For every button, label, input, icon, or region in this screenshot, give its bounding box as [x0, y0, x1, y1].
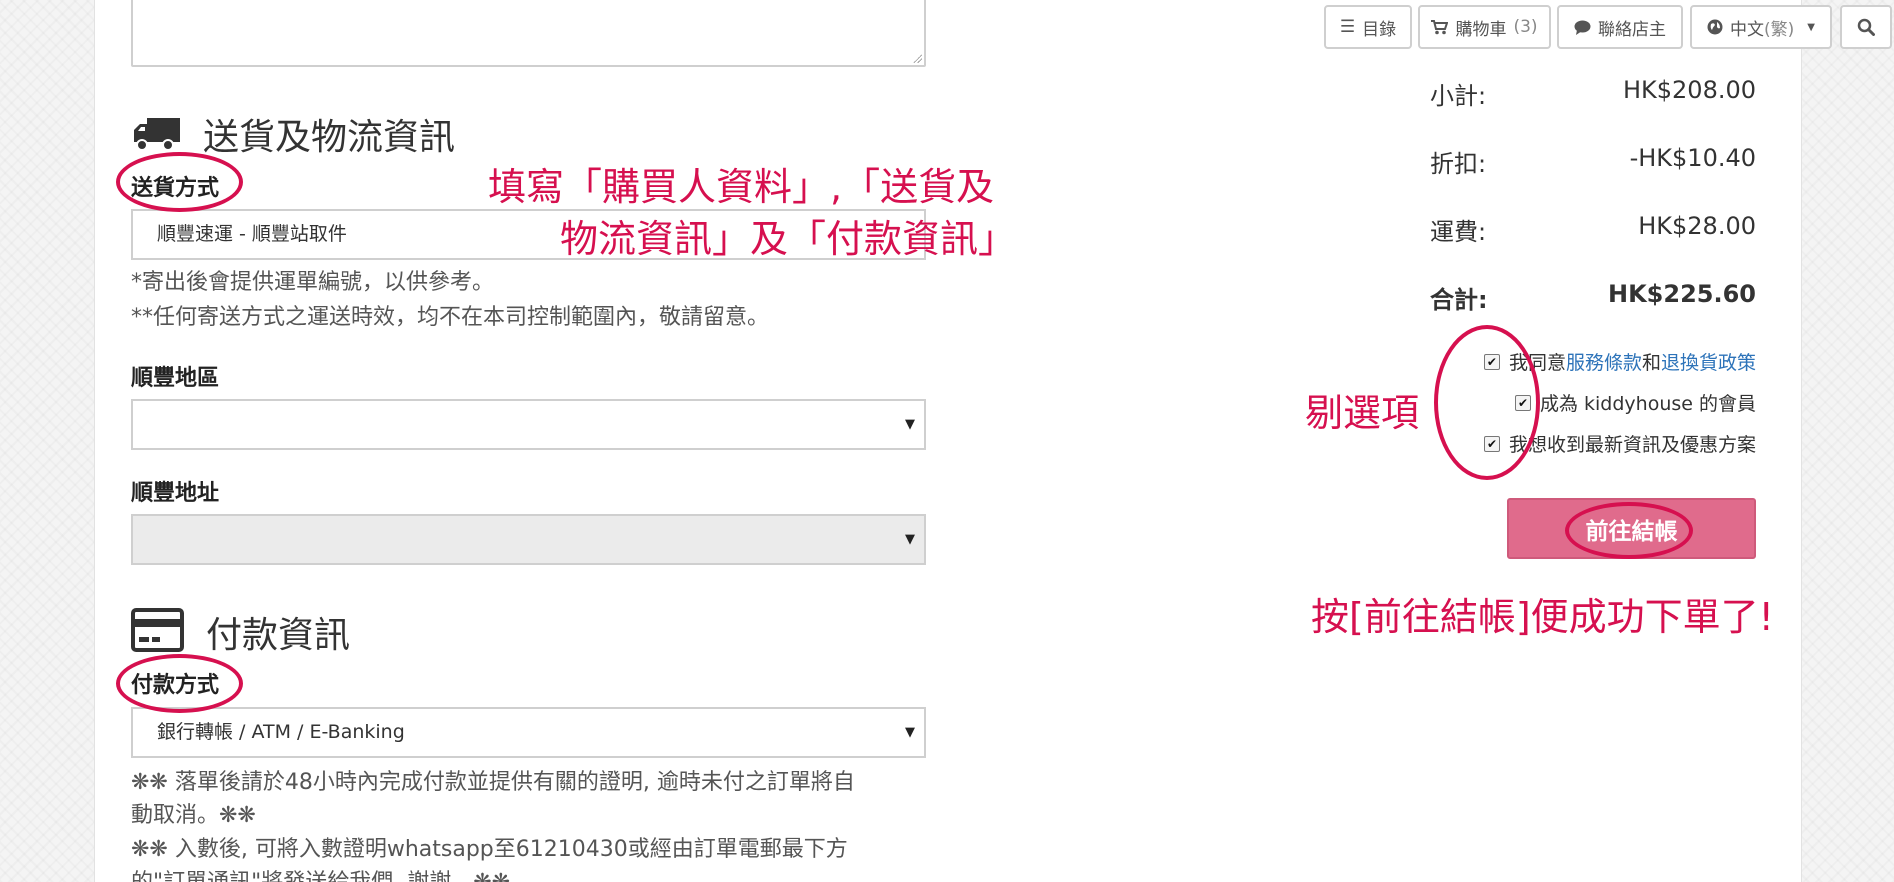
payment-note-line-2: 動取消。❋❋	[131, 803, 256, 828]
cart-icon	[1431, 19, 1449, 34]
annotation-ring-checkout	[1565, 502, 1693, 559]
remarks-textarea[interactable]	[131, 0, 926, 67]
subtotal-label: 小計:	[1430, 82, 1487, 110]
caret-down-icon: ▼	[905, 725, 915, 740]
shipping-section-title: 送貨及物流資訊	[203, 117, 456, 158]
member-label: 成為 kiddyhouse 的會員	[1539, 393, 1756, 415]
menu-button[interactable]: ☰ 目錄	[1324, 5, 1412, 49]
chat-bubble-icon	[1574, 20, 1591, 35]
total-label: 合計:	[1430, 286, 1488, 314]
newsletter-label: 我想收到最新資訊及優惠方案	[1508, 434, 1756, 456]
annotation-ring-checkboxes	[1434, 325, 1540, 480]
shipping-note-2: **任何寄送方式之運送時效，均不在本司控制範圍內，敬請留意。	[131, 305, 770, 330]
language-select[interactable]: 中文 (繁) ▼	[1690, 5, 1832, 49]
globe-icon	[1707, 19, 1723, 35]
sf-region-select[interactable]: ▼	[131, 399, 926, 450]
annotation-ring-payment-method	[116, 654, 243, 713]
payment-note-line-3: ❋❋ 入數後, 可將入數證明whatsapp至61210430或經由訂單電郵最下…	[131, 837, 848, 862]
sf-region-label: 順豐地區	[131, 366, 220, 391]
payment-note-line-1: ❋❋ 落單後請於48小時內完成付款並提供有關的證明, 逾時未付之訂單將自	[131, 770, 855, 795]
annotation-checkout-tip: 按[前往結帳]便成功下單了!	[1311, 595, 1774, 639]
cart-button[interactable]: 購物車 (3)	[1418, 5, 1551, 49]
caret-down-icon: ▼	[905, 417, 915, 432]
discount-value: -HK$10.40	[1629, 144, 1756, 172]
sf-address-select[interactable]: ▼	[131, 514, 926, 565]
terms-and: 和	[1641, 352, 1661, 374]
total-value: HK$225.60	[1608, 280, 1756, 308]
caret-down-icon: ▼	[1807, 21, 1815, 33]
payment-section-title: 付款資訊	[206, 615, 351, 656]
contact-shop-button[interactable]: 聯絡店主	[1557, 5, 1683, 49]
member-row: ✔ 成為 kiddyhouse 的會員	[1514, 389, 1756, 416]
shipping-note-1: *寄出後會提供運單編號，以供參考。	[131, 270, 495, 295]
search-icon	[1857, 18, 1875, 36]
return-policy-link[interactable]: 退換貨政策	[1661, 348, 1756, 375]
annotation-fill-line-2: 物流資訊」及「付款資訊」	[560, 217, 1017, 261]
shipping-fee-value: HK$28.00	[1638, 212, 1756, 240]
cart-count: (3)	[1513, 17, 1538, 37]
truck-icon	[134, 118, 180, 151]
caret-down-icon: ▼	[905, 532, 915, 547]
payment-method-select[interactable]: 銀行轉帳 / ATM / E-Banking ▼	[131, 707, 926, 758]
language-variant: (繁)	[1764, 19, 1795, 40]
payment-method-value: 銀行轉帳 / ATM / E-Banking	[157, 721, 405, 743]
language-label: 中文	[1730, 19, 1765, 40]
discount-label: 折扣:	[1430, 150, 1487, 178]
credit-card-icon	[131, 608, 184, 652]
annotation-fill-line-1: 填寫「購買人資料」,「送貨及	[488, 165, 995, 209]
sf-address-label: 順豐地址	[131, 481, 220, 506]
payment-note-line-4: 的"訂單通訊"將發送給我們, 謝謝。❋❋	[131, 866, 510, 882]
cart-button-label: 購物車	[1455, 19, 1507, 40]
menu-button-label: 目錄	[1362, 19, 1397, 40]
subtotal-value: HK$208.00	[1622, 76, 1756, 104]
terms-of-service-link[interactable]: 服務條款	[1566, 348, 1642, 375]
list-icon: ☰	[1339, 17, 1356, 37]
search-button[interactable]	[1840, 5, 1892, 49]
annotation-tick-options: 剔選項	[1305, 391, 1420, 435]
annotation-ring-shipping-method	[116, 152, 243, 212]
shipping-method-value: 順豐速運 - 順豐站取件	[157, 223, 347, 245]
resize-grip-icon[interactable]	[912, 53, 922, 63]
shipping-fee-label: 運費:	[1430, 218, 1487, 246]
contact-shop-label: 聯絡店主	[1598, 19, 1666, 40]
